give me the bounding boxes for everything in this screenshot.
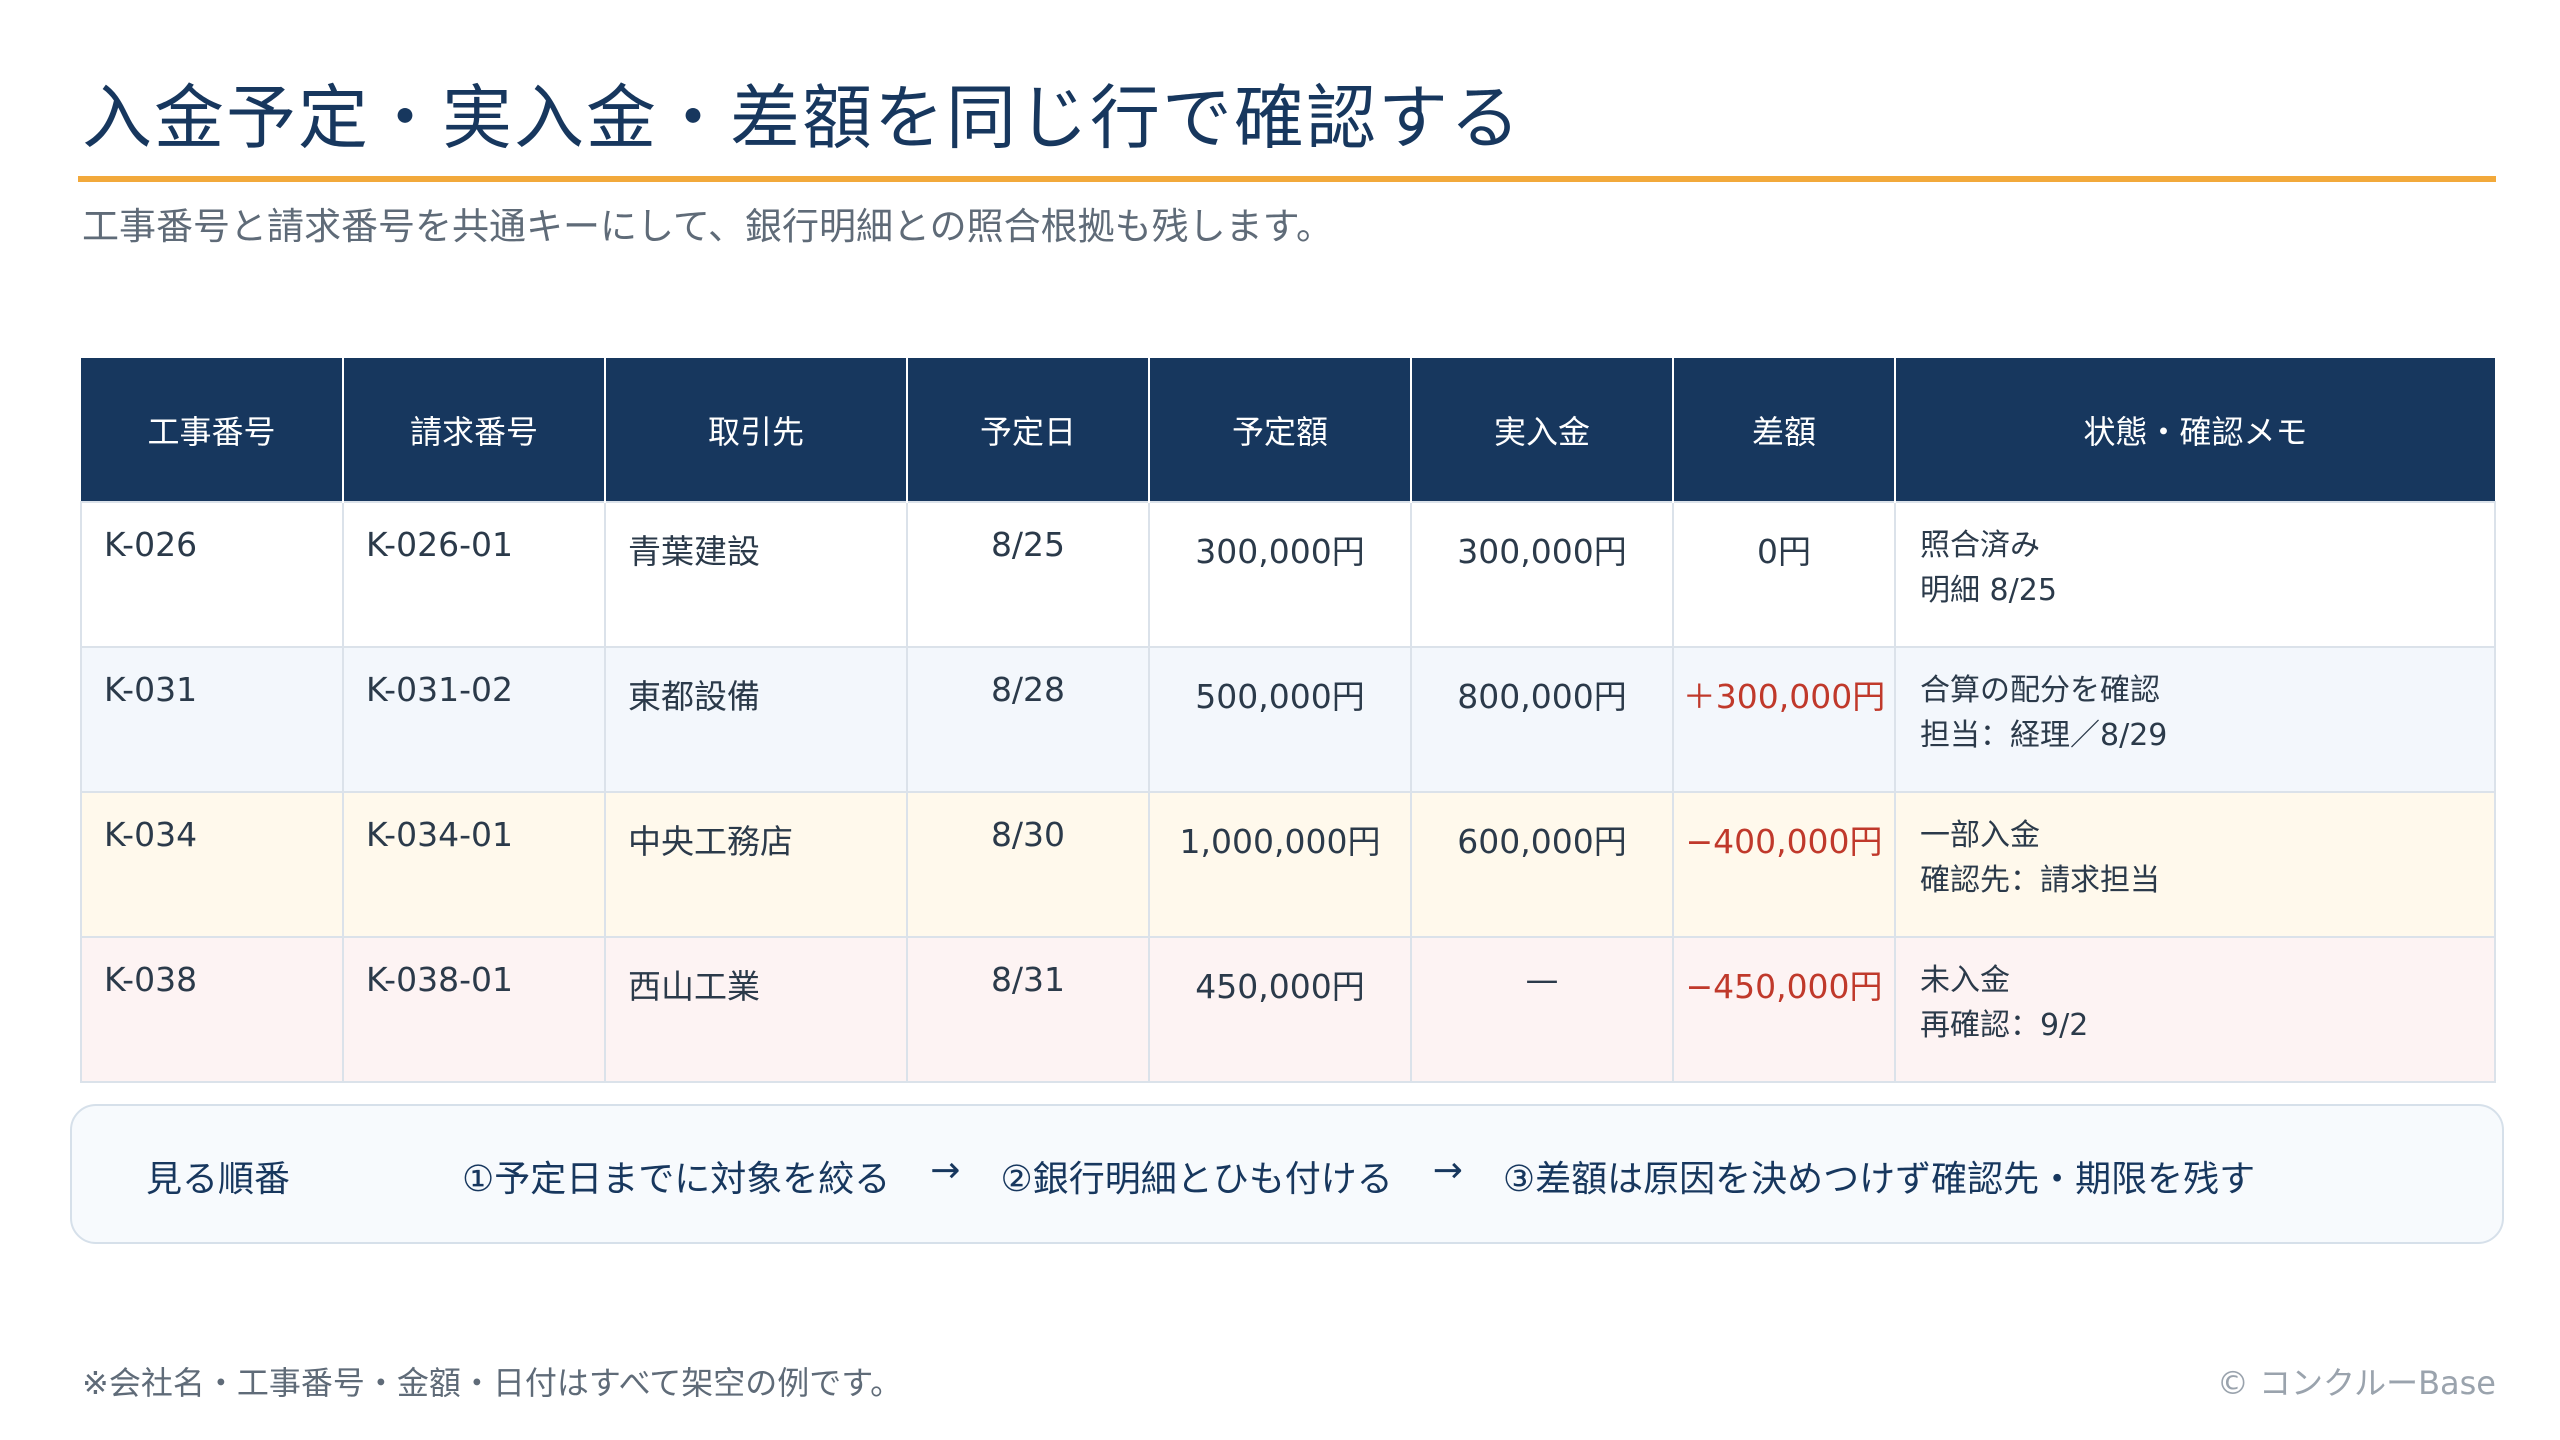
arrow-icon: → — [930, 1150, 961, 1191]
cell-job-number: K-034 — [80, 791, 344, 938]
step-2: ②銀行明細とひも付ける — [1000, 1159, 1393, 1200]
cell-client: 青葉建設 — [604, 501, 908, 648]
cell-status-memo: 未入金 再確認：9/2 — [1894, 936, 2496, 1083]
cell-status-memo: 合算の配分を確認 担当：経理／8/29 — [1894, 646, 2496, 793]
table-header-row: 工事番号 請求番号 取引先 予定日 予定額 実入金 差額 状態・確認メモ — [81, 358, 2495, 502]
cell-actual-payment: 600,000円 — [1410, 791, 1674, 938]
memo-detail: 明細 8/25 — [1920, 573, 2057, 608]
cell-invoice-number: K-034-01 — [342, 791, 606, 938]
cell-planned-amount: 450,000円 — [1148, 936, 1412, 1083]
table-row: K-034 K-034-01 中央工務店 8/30 1,000,000円 600… — [80, 791, 2496, 938]
memo-detail: 確認先：請求担当 — [1920, 863, 2160, 898]
page-title: 入金予定・実入金・差額を同じ行で確認する — [82, 77, 1522, 159]
cell-status-memo: 照合済み 明細 8/25 — [1894, 501, 2496, 648]
cell-due-date: 8/25 — [906, 501, 1150, 648]
page-subtitle: 工事番号と請求番号を共通キーにして、銀行明細との照合根拠も残します。 — [82, 205, 1333, 248]
arrow-icon: → — [1432, 1150, 1463, 1191]
cell-job-number: K-026 — [80, 501, 344, 648]
table-row: K-038 K-038-01 西山工業 8/31 450,000円 — −450… — [80, 936, 2496, 1083]
cell-due-date: 8/28 — [906, 646, 1150, 793]
table-row: K-026 K-026-01 青葉建設 8/25 300,000円 300,00… — [80, 501, 2496, 648]
payment-table: 工事番号 請求番号 取引先 予定日 予定額 実入金 差額 状態・確認メモ K-0… — [80, 358, 2496, 1083]
header-difference: 差額 — [1672, 358, 1896, 502]
cell-job-number: K-031 — [80, 646, 344, 793]
header-client: 取引先 — [604, 358, 908, 502]
table-row: K-031 K-031-02 東都設備 8/28 500,000円 800,00… — [80, 646, 2496, 793]
cell-actual-payment: — — [1410, 936, 1674, 1083]
step-1: ①予定日までに対象を絞る — [462, 1159, 891, 1200]
header-job-number: 工事番号 — [81, 358, 344, 502]
memo-status: 照合済み — [1920, 528, 2040, 563]
cell-actual-payment: 800,000円 — [1410, 646, 1674, 793]
cell-difference: 0円 — [1672, 501, 1896, 648]
review-order-box: 見る順番 ①予定日までに対象を絞る → ②銀行明細とひも付ける → ③差額は原因… — [70, 1104, 2504, 1244]
cell-due-date: 8/31 — [906, 936, 1150, 1083]
review-order-steps: ①予定日までに対象を絞る → ②銀行明細とひも付ける → ③差額は原因を決めつけ… — [462, 1150, 2255, 1202]
cell-invoice-number: K-031-02 — [342, 646, 606, 793]
cell-client: 中央工務店 — [604, 791, 908, 938]
memo-status: 未入金 — [1920, 963, 2010, 998]
header-due-date: 予定日 — [906, 358, 1150, 502]
cell-invoice-number: K-038-01 — [342, 936, 606, 1083]
header-planned-amount: 予定額 — [1148, 358, 1412, 502]
footnote: ※会社名・工事番号・金額・日付はすべて架空の例です。 — [82, 1364, 903, 1402]
cell-difference: −400,000円 — [1672, 791, 1896, 938]
header-actual-payment: 実入金 — [1410, 358, 1674, 502]
memo-status: 一部入金 — [1920, 818, 2040, 853]
copyright: © コンクルーBase — [2216, 1364, 2496, 1402]
cell-due-date: 8/30 — [906, 791, 1150, 938]
cell-client: 西山工業 — [604, 936, 908, 1083]
cell-difference: −450,000円 — [1672, 936, 1896, 1083]
title-divider — [78, 176, 2496, 182]
cell-job-number: K-038 — [80, 936, 344, 1083]
header-status-memo: 状態・確認メモ — [1894, 358, 2495, 502]
memo-status: 合算の配分を確認 — [1920, 673, 2160, 708]
cell-status-memo: 一部入金 確認先：請求担当 — [1894, 791, 2496, 938]
memo-detail: 担当：経理／8/29 — [1920, 718, 2168, 753]
step-3: ③差額は原因を決めつけず確認先・期限を残す — [1502, 1159, 2256, 1200]
cell-client: 東都設備 — [604, 646, 908, 793]
memo-detail: 再確認：9/2 — [1920, 1008, 2089, 1043]
cell-planned-amount: 500,000円 — [1148, 646, 1412, 793]
header-invoice-number: 請求番号 — [342, 358, 606, 502]
cell-planned-amount: 300,000円 — [1148, 501, 1412, 648]
cell-actual-payment: 300,000円 — [1410, 501, 1674, 648]
cell-planned-amount: 1,000,000円 — [1148, 791, 1412, 938]
review-order-label: 見る順番 — [146, 1159, 291, 1200]
cell-difference: ＋300,000円 — [1672, 646, 1896, 793]
cell-invoice-number: K-026-01 — [342, 501, 606, 648]
